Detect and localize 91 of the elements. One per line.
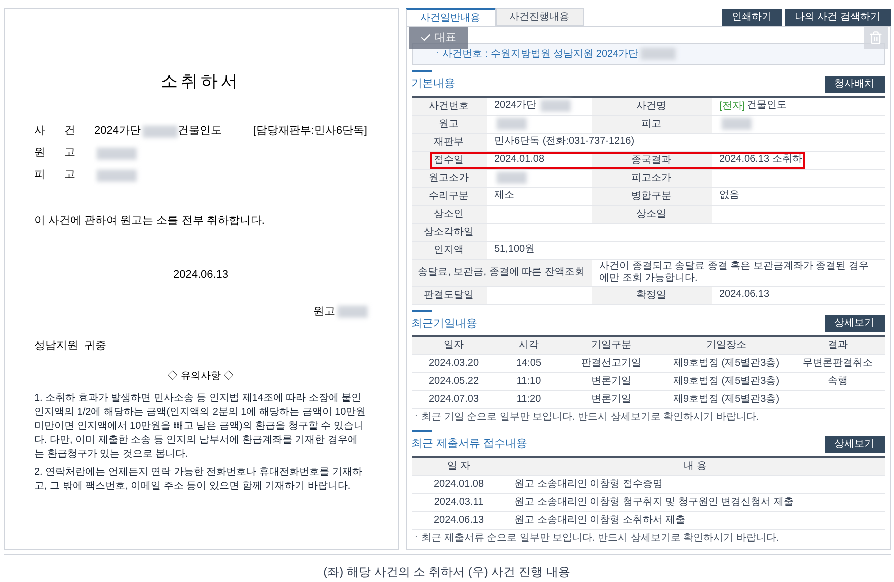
table-cell-text: 무변론판결취소 <box>802 357 874 371</box>
row-label: 원고소가 <box>429 172 469 186</box>
table-cell-text: 변론기일 <box>590 375 632 389</box>
row-label: 사건번호 <box>429 100 469 114</box>
table-cell-text: 11:20 <box>516 393 542 407</box>
table-cell-text: 2024.01.08 <box>432 478 486 492</box>
row-label: 종국결과 <box>632 154 672 168</box>
row-label: 사건명 <box>636 100 666 114</box>
row-label: 재판부 <box>434 136 464 150</box>
section-title: 최근기일내용 <box>412 316 478 332</box>
field-value: 건물인도 <box>178 124 222 140</box>
table-cell-text: 변론기일 <box>590 393 632 407</box>
electronic-tag: [전자] <box>720 98 746 114</box>
table-cell: 제소 <box>494 190 514 202</box>
row-label: 확정일 <box>636 288 666 302</box>
row-label: 수리구분 <box>429 190 469 204</box>
table-cell-text: 11:10 <box>516 375 542 389</box>
note-text: ㆍ최근 제출서류 순으로 일부만 보입니다. 반드시 상세보기로 확인하시기 바랍니다. <box>412 532 780 546</box>
table-cell-text: 2024.06.13 <box>432 514 486 528</box>
table-cell: 2024.06.13 <box>720 289 770 301</box>
check-icon <box>420 32 432 44</box>
case-number-text: ㆍ사건번호 : 수원지방법원 성남지원 2024가단 <box>432 48 639 62</box>
document-title: 소취하서 <box>160 71 242 93</box>
table-cell-text: 원고 소송대리인 이창형 청구취지 및 청구원인 변경신청서 제출 <box>514 496 795 510</box>
row-label: 병합구분 <box>632 190 672 204</box>
column-header: 일자 <box>443 339 465 353</box>
section-title: 기본내용 <box>412 77 456 92</box>
court-name: 성남지원 귀중 <box>34 339 108 354</box>
table-cell: 2024.01.08 <box>494 154 545 166</box>
table-cell-text: 제9호법정 (제5별관3층) <box>672 393 781 407</box>
table-cell-text: 사건이 종결되고 송달료 종결 혹은 보관금계좌가 종결된 경우에만 조회 가능합니다. <box>600 260 870 284</box>
field-label: 건 <box>64 124 76 140</box>
notice-title: ◇ 유의사항 ◇ <box>167 370 235 384</box>
table-cell: 51,100원 <box>494 244 536 256</box>
detail-button[interactable]: 상세보기 <box>824 315 884 332</box>
table-cell-text: 원고 소송대리인 이창형 소취하서 제출 <box>514 514 687 528</box>
detail-button[interactable]: 청사배치 <box>824 76 884 92</box>
column-header: 기일구분 <box>590 339 632 353</box>
row-label: 원고 <box>439 118 459 132</box>
caption: (좌) 해당 사건의 소 취하서 (우) 사건 진행 내용 <box>324 564 570 581</box>
delete-button[interactable] <box>864 27 888 49</box>
table-cell: 2024.06.13 소취하 <box>720 154 802 166</box>
table-cell-text: 제9호법정 (제5별관3층) <box>672 357 781 371</box>
table-cell: 없음 <box>720 190 740 202</box>
date-text: 2024.06.13 <box>172 268 230 283</box>
column-header: 시각 <box>518 339 540 353</box>
column-header: 일 자 <box>446 460 472 474</box>
header-button[interactable]: 인쇄하기 <box>722 9 782 26</box>
table-cell-text: 2024.03.11 <box>433 496 485 510</box>
table-cell-text: 2024.05.22 <box>428 375 480 389</box>
table-cell: 민사6단독 (전화:031-737-1216) <box>494 136 635 148</box>
table-cell-text: 속행 <box>827 375 849 389</box>
row-label: 송달료, 보관금, 종결에 따른 잔액조회 <box>418 266 585 280</box>
column-header: 결과 <box>827 339 849 353</box>
table-cell-text: 2024.07.03 <box>428 393 480 407</box>
row-label: 판결도달일 <box>424 288 474 302</box>
row-label: 상소인 <box>434 208 464 222</box>
row-label: 인지액 <box>434 244 464 258</box>
division-label: [담당재판부:민사6단독] <box>253 124 368 140</box>
field-label: 고 <box>64 168 76 184</box>
table-cell-text: 14:05 <box>515 357 543 371</box>
field-label: 고 <box>64 146 76 162</box>
row-label: 피고 <box>642 118 662 132</box>
section-title: 최근 제출서류 접수내용 <box>412 437 528 452</box>
header-button[interactable]: 나의 사건 검색하기 <box>784 9 890 26</box>
field-label: 피 <box>34 168 46 184</box>
trash-icon <box>868 31 882 45</box>
table-cell: 2024가단 <box>494 100 537 112</box>
table-cell-text: 판결선고기일 <box>580 357 642 371</box>
table-cell-text: 제9호법정 (제5별관3층) <box>672 375 781 389</box>
field-value: 2024가단 <box>94 124 141 140</box>
overlay-label: 대표 <box>434 30 456 46</box>
table-cell-text: 원고 소송대리인 이창형 접수증명 <box>514 478 664 492</box>
table-cell-text: 2024.03.20 <box>428 357 480 371</box>
note-text: ㆍ최근 기일 순으로 일부만 보입니다. 반드시 상세보기로 확인하시기 바랍니다. <box>412 411 760 425</box>
field-label: 사 <box>34 124 46 140</box>
column-header: 내 용 <box>683 460 708 474</box>
signer-label: 원고 <box>314 304 336 320</box>
body-text: 이 사건에 관하여 원고는 소를 전부 취하합니다. <box>34 214 266 228</box>
row-label: 피고소가 <box>632 172 672 186</box>
detail-button[interactable]: 상세보기 <box>824 436 884 452</box>
row-label: 상소일 <box>636 208 666 222</box>
notice-paragraph: 1. 소취하 효과가 발생하면 민사소송 등 인지법 제14조에 따라 소장에 붙인 인지액의 1/2에 해당하는 금액(인지액의 2분의 1에 해당하는 금액이 10만원 미만이면 인지액에서 10만원을 빼고 남은 금액)의 환급을 청구할 수 있습니다. 다만, 이미 제출한 소송 등 인지의 납부서에 환급계좌를 기재한 경우에는 환급청구가 있는 것으로 봅니다. <box>34 392 368 462</box>
notice-paragraph: 2. 연락처란에는 언제든지 연락 가능한 전화번호나 휴대전화번호를 기재하고, 그 밖에 팩스번호, 이메일 주소 등이 있으면 함께 기재하기 바랍니다. <box>34 466 364 494</box>
table-cell: 건물인도 <box>747 100 788 112</box>
column-header: 기일장소 <box>706 339 748 353</box>
row-label: 상소각하일 <box>424 226 474 240</box>
tab[interactable]: 사건진행내용 <box>496 8 584 26</box>
tab[interactable]: 사건일반내용 <box>406 8 496 26</box>
row-label: 접수일 <box>434 154 464 168</box>
field-label: 원 <box>34 146 46 162</box>
